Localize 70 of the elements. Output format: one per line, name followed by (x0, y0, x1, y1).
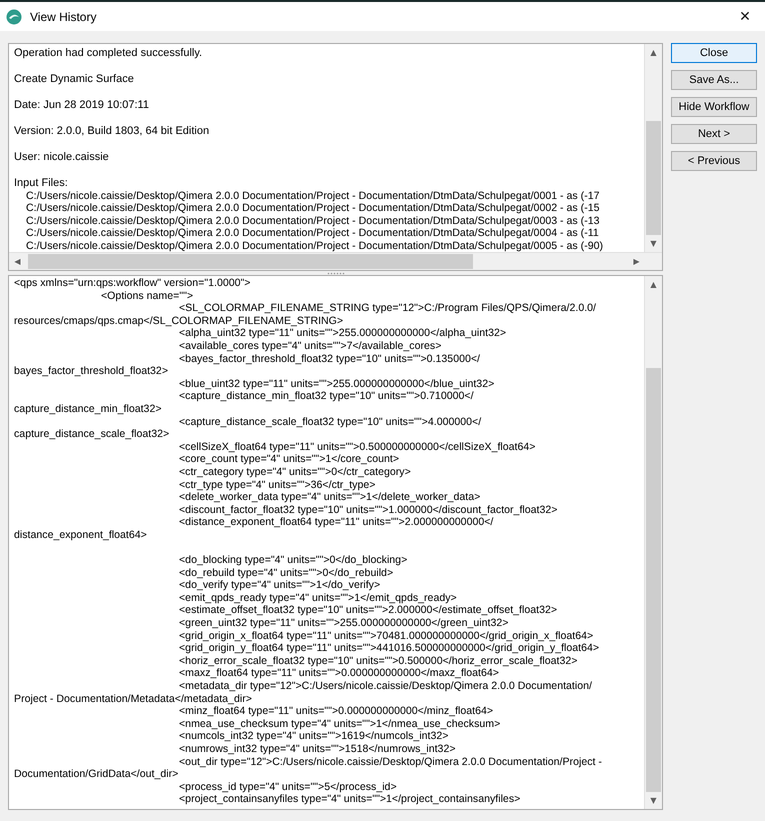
workflow-xml-line: capture_distance_scale_float32> (14, 428, 170, 440)
file-path: C:/Users/nicole.caissie/Desktop/Qimera 2.0.0 Documentation/Project - Documentation/DtmData/Schulpegat/0004 - as (-11 (25, 227, 600, 240)
workflow-xml-line: <do_rebuild type="4" units="">0</do_rebuild> (179, 566, 394, 579)
scroll-up-arrow[interactable]: ▲ (645, 44, 662, 61)
workflow-xml-line: <nmea_use_checksum type="4" units="">1</nmea_use_checksum> (179, 718, 500, 730)
workflow-xml-line: <bayes_factor_threshold_float32 type="10" units="">0.135000</ (179, 352, 480, 365)
dialog-button[interactable]: < Previous (671, 151, 757, 171)
app-logo-icon (6, 8, 22, 24)
vertical-scrollbar[interactable]: ▲ ▼ (644, 44, 662, 252)
workflow-xml-line: <distance_exponent_float64 type="11" units="">2.000000000000</ (179, 516, 494, 528)
vertical-scrollbar[interactable]: ▲ ▼ (644, 276, 662, 809)
summary-line: Date: Jun 28 2019 10:07:11 (14, 99, 150, 112)
workflow-xml-line: <minz_float64 type="11" units="">0.000000000000</minz_float64> (179, 705, 494, 718)
scroll-down-arrow[interactable]: ▼ (645, 235, 662, 252)
workflow-xml-line: <out_dir type="12">C:/Users/nicole.caissie/Desktop/Qimera 2.0.0 Documentation/Project - (179, 756, 602, 768)
workflow-xml-line: <project_containsanyfiles type="4" units="">1</project_containsanyfiles> (179, 793, 520, 806)
summary-line: Create Dynamic Surface (14, 73, 135, 86)
scroll-down-arrow[interactable]: ▼ (645, 792, 662, 809)
scroll-right-arrow[interactable]: ▶ (628, 253, 645, 270)
workflow-xml-line: <discount_factor_float32 type="10" units="">1.000000</discount_factor_float32> (179, 504, 558, 516)
workflow-xml-line: <do_verify type="4" units="">1</do_verify> (179, 579, 380, 592)
workflow-xml-line: <Options name=""> (101, 290, 194, 302)
summary-line: Operation had completed successfully. (14, 47, 204, 60)
workflow-xml-line: <alpha_uint32 type="11" units="">255.000000000000</alpha_uint32> (179, 327, 506, 340)
workflow-xml-line: <capture_distance_scale_float32 type="10" units="">4.000000</ (179, 416, 482, 428)
workflow-xml-line: <blue_uint32 type="11" units="">255.000000000000</blue_uint32> (179, 378, 494, 390)
workflow-xml-line: bayes_factor_threshold_float32> (14, 365, 168, 378)
summary-line: Version: 2.0.0, Build 1803, 64 bit Edition (14, 125, 210, 138)
dialog-button[interactable]: Next > (671, 124, 757, 144)
summary-line: User: nicole.caissie (14, 151, 110, 164)
workflow-xml-line: <available_cores type="4" units="">7</available_cores> (179, 340, 442, 352)
workflow-xml-line: <process_id type="4" units="">5</process_id> (179, 780, 397, 793)
workflow-xml-line: <horiz_error_scale_float32 type="10" units="">0.500000</horiz_error_scale_float32> (179, 654, 578, 667)
workflow-xml-line: <core_count type="4" units="">1</core_count> (179, 453, 400, 466)
workflow-xml-line: <numcols_int32 type="4" units="">1619</numcols_int32> (179, 730, 448, 742)
workflow-xml-line: <do_blocking type="4" units="">0</do_blocking> (179, 554, 408, 566)
scroll-left-arrow[interactable]: ◀ (9, 253, 26, 270)
dialog-button[interactable]: Hide Workflow (671, 97, 757, 117)
workflow-xml-line: <metadata_dir type="12">C:/Users/nicole.caissie/Desktop/Qimera 2.0.0 Documentation/ (179, 680, 592, 692)
workflow-xml-line: distance_exponent_float64> (14, 528, 147, 541)
workflow-xml-line: <grid_origin_x_float64 type="11" units="">70481.000000000000</grid_origin_x_float64> (179, 630, 594, 642)
workflow-xml-line: <cellSizeX_float64 type="11" units="">0.500000000000</cellSizeX_float64> (179, 440, 536, 453)
file-path: C:/Users/nicole.caissie/Desktop/Qimera 2.0.0 Documentation/Project - Documentation/DtmData/Schulpegat/0002 - as (-15 (25, 202, 601, 214)
file-path: C:/Users/nicole.caissie/Desktop/Qimera 2.0.0 Documentation/Project - Documentation/DtmData/Schulpegat/0005 - as (-90) (25, 240, 604, 252)
workflow-xml-line: <SL_COLORMAP_FILENAME_STRING type="12">C:/Program Files/QPS/Qimera/2.0.0/ (179, 302, 596, 314)
scroll-up-arrow[interactable]: ▲ (645, 276, 662, 293)
input-files-label: Input Files: (14, 177, 69, 190)
workflow-xml-line: <numrows_int32 type="4" units="">1518</numrows_int32> (179, 742, 456, 755)
dialog-button[interactable]: Close (671, 43, 757, 63)
dialog-button[interactable]: Save As... (671, 70, 757, 90)
workflow-xml-line: <capture_distance_min_float32 type="10" units="">0.710000</ (179, 390, 474, 402)
workflow-xml-line: <qps xmlns="urn:qps:workflow" version="1.0000"> (14, 277, 250, 289)
splitter-grip-icon[interactable] (326, 272, 344, 274)
workflow-xml-line: <ctr_category type="4" units="">0</ctr_category> (179, 466, 411, 478)
workflow-xml-line: <delete_worker_data type="4" units="">1</delete_worker_data> (179, 491, 480, 504)
workflow-xml-line: <ctr_type type="4" units="">36</ctr_type> (179, 478, 376, 490)
file-path: C:/Users/nicole.caissie/Desktop/Qimera 2.0.0 Documentation/Project - Documentation/DtmData/Schulpegat/0003 - as (-13 (25, 214, 601, 227)
workflow-xml-line: <grid_origin_y_float64 type="11" units="">441016.500000000000</grid_origin_y_float64> (179, 642, 600, 654)
workflow-xml-line: Project - Documentation/Metadata</metadata_dir> (14, 692, 252, 705)
workflow-xml-line: <estimate_offset_float32 type="10" units="">2.000000</estimate_offset_float32> (179, 604, 558, 616)
workflow-xml-line: <maxz_float64 type="11" units="">0.000000000000</maxz_float64> (179, 667, 499, 680)
workflow-xml-line: resources/cmaps/qps.cmap</SL_COLORMAP_FILENAME_STRING> (14, 314, 344, 327)
workflow-xml-line: capture_distance_min_float32> (14, 402, 162, 415)
horizontal-scrollbar[interactable]: ◀ ▶ (9, 252, 662, 270)
close-button[interactable]: ✕ (725, 2, 765, 30)
workflow-xml-line: <green_uint32 type="11" units="">255.000000000000</green_uint32> (179, 617, 508, 630)
workflow-xml-line: <emit_qpds_ready type="4" units="">1</emit_qpds_ready> (179, 592, 457, 604)
workflow-xml-line: Documentation/GridData</out_dir> (14, 768, 178, 780)
file-path: C:/Users/nicole.caissie/Desktop/Qimera 2.0.0 Documentation/Project - Documentation/DtmData/Schulpegat/0001 - as (-17 (25, 190, 601, 202)
window-title: View History (30, 10, 98, 24)
